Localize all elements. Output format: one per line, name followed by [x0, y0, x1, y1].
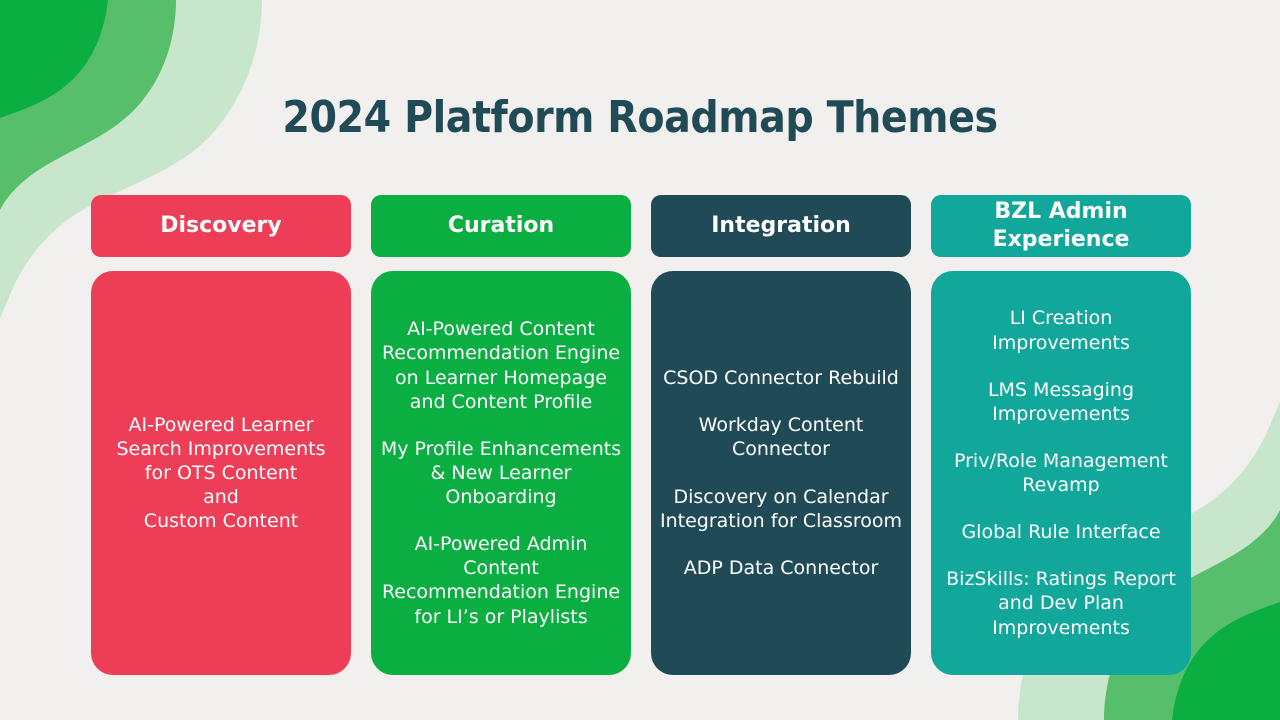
roadmap-columns: Discovery AI-Powered Learner Search Impr…	[91, 195, 1191, 675]
column-header-curation[interactable]: Curation	[371, 195, 631, 257]
list-item: Global Rule Interface	[961, 521, 1161, 544]
page-title: 2024 Platform Roadmap Themes	[282, 92, 998, 143]
column-body-curation: AI-Powered Content Recommendation Engine…	[371, 271, 631, 675]
column-body-integration: CSOD Connector Rebuild Workday Content C…	[651, 271, 911, 675]
column-bzl-admin-experience: BZL Admin Experience LI Creation Improve…	[931, 195, 1191, 675]
list-item: CSOD Connector Rebuild	[663, 367, 899, 390]
list-item: My Profile Enhancements & New Learner On…	[380, 437, 622, 509]
column-discovery: Discovery AI-Powered Learner Search Impr…	[91, 195, 351, 675]
column-body-discovery: AI-Powered Learner Search Improvements f…	[91, 271, 351, 675]
list-item: BizSkills: Ratings Report and Dev Plan I…	[946, 568, 1176, 639]
list-item: LMS Messaging Improvements	[987, 378, 1135, 425]
column-body-bzl-admin-experience: LI Creation Improvements LMS Messaging I…	[931, 271, 1191, 675]
slide-canvas: 2024 Platform Roadmap Themes Discovery A…	[0, 0, 1280, 720]
list-item: Workday Content Connector	[698, 414, 864, 461]
column-header-discovery[interactable]: Discovery	[91, 195, 351, 257]
list-item: AI-Powered Admin Content Recommendation …	[381, 533, 621, 628]
list-item: Discovery on Calendar Integration for Cl…	[659, 485, 903, 532]
list-item: AI-Powered Learner Search Improvements f…	[116, 413, 326, 533]
column-curation: Curation AI-Powered Content Recommendati…	[371, 195, 631, 675]
list-item: Priv/Role Management Revamp	[953, 449, 1168, 496]
list-item: LI Creation Improvements	[992, 307, 1130, 354]
column-header-integration[interactable]: Integration	[651, 195, 911, 257]
column-header-bzl-admin-experience[interactable]: BZL Admin Experience	[931, 195, 1191, 257]
column-integration: Integration CSOD Connector Rebuild Workd…	[651, 195, 911, 675]
list-item: AI-Powered Content Recommendation Engine…	[381, 318, 621, 413]
list-item: ADP Data Connector	[683, 556, 879, 579]
